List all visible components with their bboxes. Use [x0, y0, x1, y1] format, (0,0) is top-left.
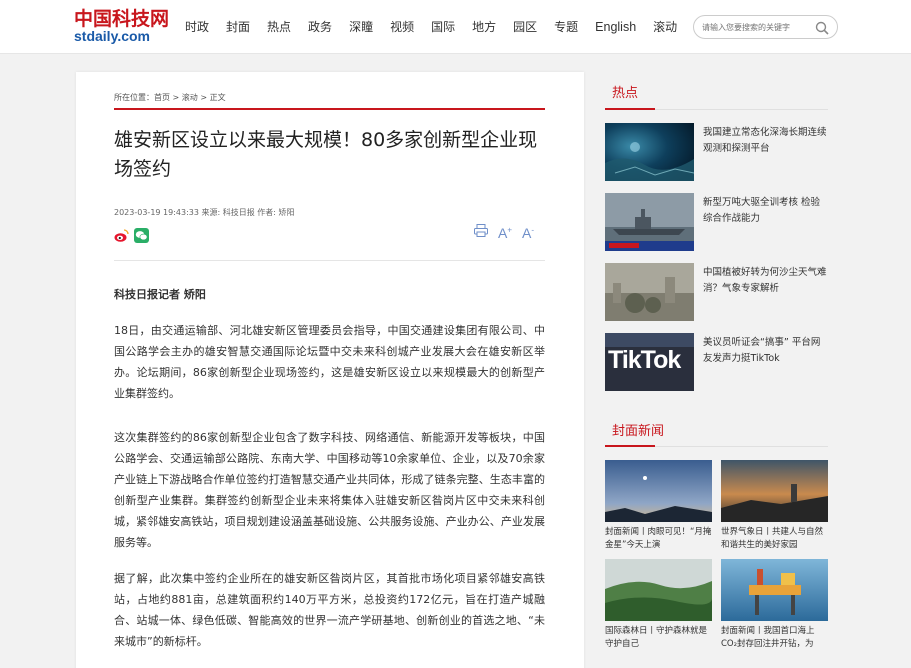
oil-platform-image[interactable]	[721, 559, 828, 621]
search-box	[693, 15, 838, 39]
article-paragraph: 18日，由交通运输部、河北雄安新区管理委员会指导，中国交通建设集团有限公司、中国…	[114, 324, 545, 400]
cover-item-title[interactable]: 封面新闻丨我国首口海上CO₂封存回注井开钻，为	[721, 625, 828, 651]
search-input[interactable]	[702, 20, 812, 35]
weibo-icon[interactable]	[114, 228, 129, 243]
nav-item-guoji[interactable]: 国际	[431, 18, 455, 36]
article-title: 雄安新区设立以来最大规模！80多家创新型企业现场签约	[114, 129, 538, 180]
main-nav: 时政 封面 热点 政务 深瞳 视频 国际 地方 园区 专题 English 滚动	[185, 18, 694, 36]
breadcrumb-divider	[114, 108, 545, 110]
article-tools: A+ A-	[474, 224, 544, 242]
wechat-icon[interactable]	[134, 228, 149, 243]
font-smaller-button[interactable]: A-	[522, 225, 534, 241]
share-bar	[114, 228, 154, 243]
hot-item[interactable]: 中国植被好转为何沙尘天气难消？气象专家解析	[605, 263, 828, 321]
meta-divider	[114, 260, 545, 261]
cover-item-title[interactable]: 国际森林日丨守护森林就是守护自己	[605, 625, 712, 651]
breadcrumb-section[interactable]: 滚动	[182, 93, 198, 102]
cover-item[interactable]: 世界气象日丨共建人与自然和谐共生的美好家园	[721, 460, 828, 552]
cover-section-divider	[605, 445, 828, 447]
cover-section-title[interactable]: 封面新闻	[612, 420, 664, 439]
nav-item-shentong[interactable]: 深瞳	[349, 18, 373, 36]
print-icon[interactable]	[474, 224, 488, 242]
nav-item-yuanqu[interactable]: 园区	[513, 18, 537, 36]
article-author: 科技日报记者 矫阳	[114, 288, 206, 301]
article-meta: 2023-03-19 19:43:33 来源: 科技日报 作者: 矫阳	[114, 208, 295, 217]
cover-item[interactable]: 封面新闻丨肉眼可见！“月掩金星”今天上演	[605, 460, 712, 552]
breadcrumb-current: 正文	[209, 93, 226, 102]
font-larger-button[interactable]: A+	[498, 225, 512, 241]
breadcrumb-home[interactable]: 首页	[154, 93, 170, 102]
hot-item[interactable]: TikTok 美议员听证会“搞事” 平台网友发声力挺TikTok	[605, 333, 828, 391]
hot-item-title[interactable]: 新型万吨大驱全训考核 检验综合作战能力	[703, 195, 828, 227]
tiktok-logo: TikTok	[608, 346, 681, 374]
article-paragraph: 这次集群签约的86家创新型企业包含了数字科技、网络通信、新能源开发等板块，中国公…	[114, 431, 545, 549]
site-header: 中国科技网 stdaily.com 时政 封面 热点 政务 深瞳 视频 国际 地…	[0, 0, 911, 54]
tiktok-image[interactable]: TikTok	[605, 333, 694, 391]
nav-item-difang[interactable]: 地方	[472, 18, 496, 36]
search-icon[interactable]	[815, 21, 829, 35]
weather-station-image[interactable]	[721, 460, 828, 522]
warship-image[interactable]	[605, 193, 694, 251]
nav-item-fengmian[interactable]: 封面	[226, 18, 250, 36]
nav-item-zhuanti[interactable]: 专题	[554, 18, 578, 36]
hot-section-divider	[605, 108, 828, 110]
hot-item-title[interactable]: 美议员听证会“搞事” 平台网友发声力挺TikTok	[703, 335, 828, 367]
nav-item-shizheng[interactable]: 时政	[185, 18, 209, 36]
breadcrumb-separator: >	[170, 93, 182, 102]
nav-item-zhengwu[interactable]: 政务	[308, 18, 332, 36]
breadcrumb-prefix: 所在位置：	[114, 93, 154, 102]
nav-item-redian[interactable]: 热点	[267, 18, 291, 36]
hot-item[interactable]: 新型万吨大驱全训考核 检验综合作战能力	[605, 193, 828, 251]
forest-image[interactable]	[605, 559, 712, 621]
nav-item-english[interactable]: English	[595, 18, 636, 36]
cover-item[interactable]: 国际森林日丨守护森林就是守护自己	[605, 559, 712, 651]
deep-sea-image[interactable]	[605, 123, 694, 181]
breadcrumb: 所在位置：首页 > 滚动 > 正文	[114, 92, 226, 103]
nav-item-shipin[interactable]: 视频	[390, 18, 414, 36]
hot-section-title[interactable]: 热点	[612, 82, 638, 101]
moon-venus-image[interactable]	[605, 460, 712, 522]
cover-item-title[interactable]: 世界气象日丨共建人与自然和谐共生的美好家园	[721, 526, 828, 552]
hot-item[interactable]: 我国建立常态化深海长期连续观测和探测平台	[605, 123, 828, 181]
nav-item-gundong[interactable]: 滚动	[653, 18, 677, 36]
site-logo[interactable]: 中国科技网 stdaily.com	[74, 8, 170, 45]
article-container: 所在位置：首页 > 滚动 > 正文 雄安新区设立以来最大规模！80多家创新型企业…	[76, 72, 584, 668]
hot-item-title[interactable]: 我国建立常态化深海长期连续观测和探测平台	[703, 125, 828, 157]
cover-item-title[interactable]: 封面新闻丨肉眼可见！“月掩金星”今天上演	[605, 526, 712, 552]
cover-item[interactable]: 封面新闻丨我国首口海上CO₂封存回注井开钻，为	[721, 559, 828, 651]
hot-item-title[interactable]: 中国植被好转为何沙尘天气难消？气象专家解析	[703, 265, 828, 297]
logo-en: stdaily.com	[74, 28, 150, 44]
dust-city-image[interactable]	[605, 263, 694, 321]
logo-cn: 中国科技网	[74, 8, 170, 30]
breadcrumb-separator: >	[197, 93, 210, 102]
article-paragraph: 据了解，此次集中签约企业所在的雄安新区昝岗片区，其首批市场化项目紧邻雄安高铁站，…	[114, 572, 545, 648]
